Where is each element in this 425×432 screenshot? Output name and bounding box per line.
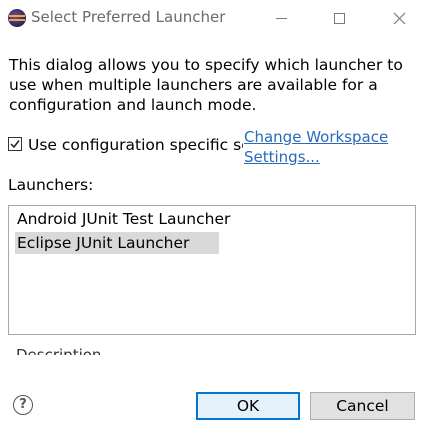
- maximize-icon: [333, 12, 345, 24]
- config-specific-checkbox[interactable]: [8, 137, 22, 151]
- eclipse-icon: [8, 9, 26, 27]
- launchers-list[interactable]: Android JUnit Test Launcher Eclipse JUni…: [8, 205, 416, 335]
- description-group-label: Description: [16, 343, 136, 355]
- minimize-icon: [275, 17, 287, 19]
- window-title: Select Preferred Launcher: [31, 8, 226, 26]
- close-icon: [393, 12, 405, 24]
- ok-button[interactable]: OK: [196, 392, 300, 420]
- launchers-label: Launchers:: [8, 176, 94, 194]
- list-item[interactable]: Android JUnit Test Launcher: [15, 208, 232, 230]
- change-workspace-settings-link[interactable]: Change Workspace Settings...: [244, 127, 404, 167]
- close-button[interactable]: [384, 3, 414, 33]
- minimize-button[interactable]: [266, 3, 296, 33]
- config-specific-label: Use configuration specific settings: [28, 136, 243, 154]
- maximize-button[interactable]: [324, 3, 354, 33]
- cancel-button[interactable]: Cancel: [310, 392, 415, 420]
- help-button[interactable]: ?: [13, 395, 33, 415]
- title-bar: Select Preferred Launcher: [0, 0, 425, 36]
- checkmark-icon: [10, 140, 20, 149]
- description-label-text: Description: [16, 346, 102, 355]
- dialog-description: This dialog allows you to specify which …: [9, 56, 403, 114]
- list-item-selected[interactable]: Eclipse JUnit Launcher: [15, 232, 219, 254]
